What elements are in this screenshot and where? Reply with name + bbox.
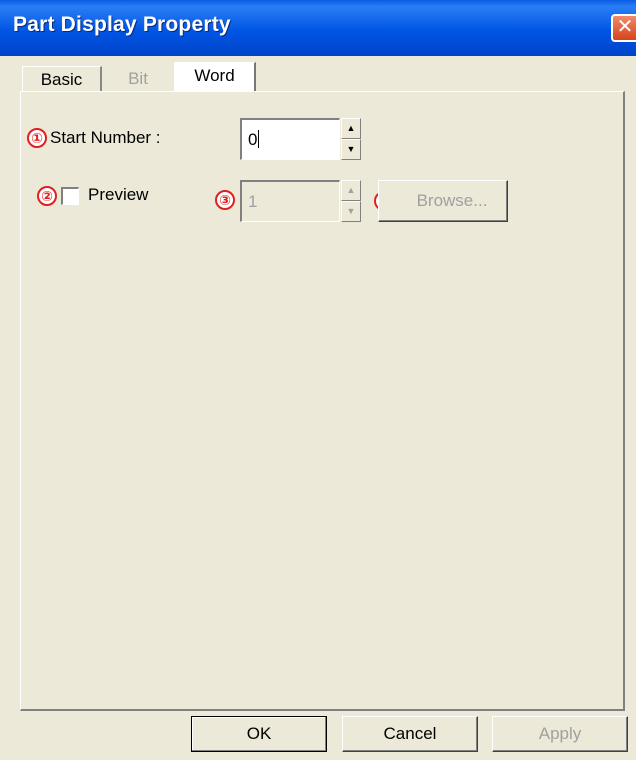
preview-value-spinner: ▲ ▼ bbox=[341, 180, 361, 222]
spin-up-icon: ▲ bbox=[341, 180, 361, 201]
spin-down-icon[interactable]: ▼ bbox=[341, 139, 361, 160]
close-icon[interactable]: ✕ bbox=[611, 14, 636, 42]
browse-button: Browse... bbox=[378, 180, 508, 222]
part-display-property-dialog: Part Display Property ✕ Basic Bit Word ①… bbox=[0, 0, 636, 760]
spin-down-icon: ▼ bbox=[341, 201, 361, 222]
dialog-title: Part Display Property bbox=[13, 13, 231, 36]
preview-value-input: 1 bbox=[240, 180, 340, 222]
cancel-button[interactable]: Cancel bbox=[342, 716, 478, 752]
title-bar[interactable]: Part Display Property ✕ bbox=[0, 0, 636, 56]
marker-3: ③ bbox=[215, 190, 235, 210]
apply-button: Apply bbox=[492, 716, 628, 752]
marker-1: ① bbox=[27, 128, 47, 148]
start-number-label: Start Number : bbox=[50, 128, 161, 147]
start-number-input[interactable]: 0 bbox=[240, 118, 340, 160]
tab-basic[interactable]: Basic bbox=[22, 66, 102, 92]
preview-value: 1 bbox=[248, 192, 258, 211]
preview-checkbox[interactable] bbox=[61, 187, 79, 205]
marker-2: ② bbox=[37, 186, 57, 206]
spin-up-icon[interactable]: ▲ bbox=[341, 118, 361, 139]
start-number-value: 0 bbox=[248, 130, 258, 149]
ok-button[interactable]: OK bbox=[191, 716, 327, 752]
tab-word[interactable]: Word bbox=[174, 62, 256, 93]
start-number-spinner[interactable]: ▲ ▼ bbox=[341, 118, 361, 160]
tab-bit: Bit bbox=[128, 69, 148, 88]
preview-label: Preview bbox=[88, 185, 149, 204]
